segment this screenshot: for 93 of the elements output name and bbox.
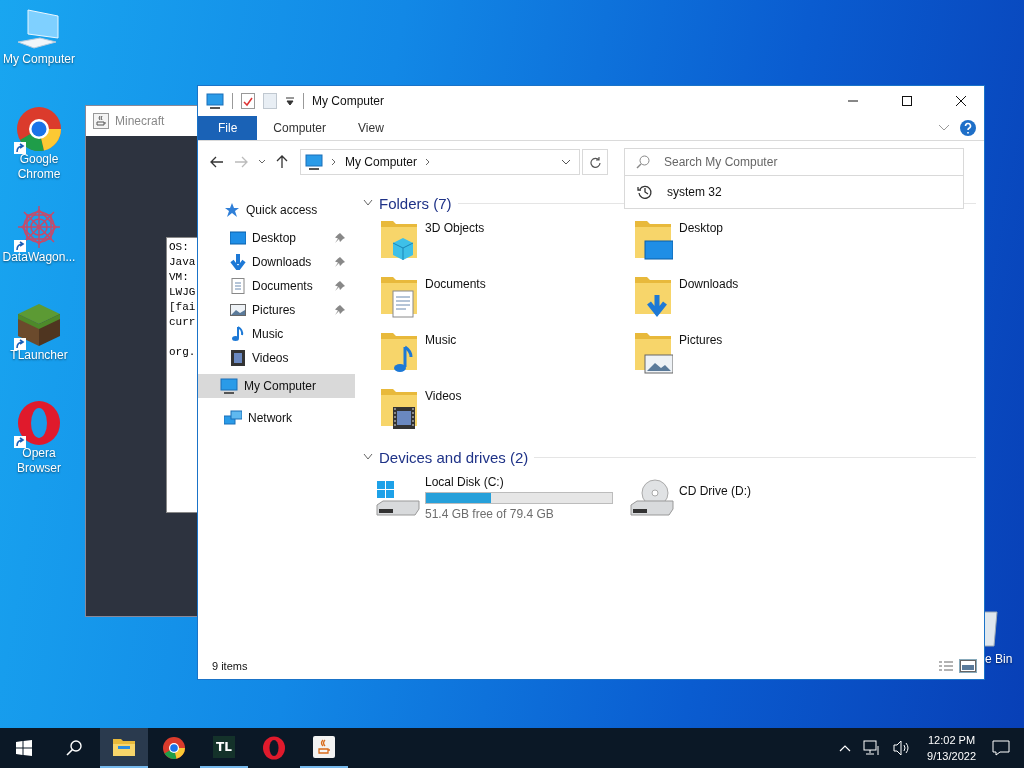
nav-item[interactable]: Network [198, 406, 355, 430]
desktop-icon-label[interactable]: e Bin [985, 652, 1013, 667]
computer-icon [220, 378, 238, 394]
search-icon [66, 740, 82, 756]
computer-icon [206, 93, 224, 109]
ribbon-tab[interactable]: File [198, 116, 258, 140]
computer-icon[interactable] [16, 8, 62, 52]
desktop-icon [230, 230, 246, 246]
chevron-down-icon[interactable] [561, 159, 571, 165]
help-icon[interactable] [960, 120, 976, 136]
music-note-icon [230, 326, 246, 342]
free-space-text: 51.4 GB free of 79.4 GB [425, 507, 555, 521]
ribbon-tab[interactable]: View [342, 116, 400, 140]
star-pattern-icon[interactable] [16, 204, 62, 250]
document-icon [230, 278, 246, 294]
pin-icon[interactable] [335, 281, 345, 291]
console-line: [fai [169, 301, 196, 313]
folder-name[interactable]: 3D Objects [425, 221, 485, 235]
star-icon [224, 202, 240, 218]
refresh-button[interactable] [582, 149, 608, 175]
nav-item[interactable]: My Computer [198, 374, 355, 398]
console-line: curr [169, 316, 196, 328]
chrome-logo-icon[interactable] [16, 106, 62, 152]
console-line: VM: [169, 271, 189, 283]
folder-name[interactable]: Desktop [679, 221, 724, 235]
opera-logo-icon[interactable] [16, 400, 62, 446]
nav-item[interactable]: Videos [198, 346, 355, 370]
pin-icon[interactable] [335, 257, 345, 267]
drive-name[interactable]: Local Disk (C:) [425, 475, 613, 489]
dropdown-icon[interactable] [285, 96, 295, 106]
nav-item[interactable]: Quick access [198, 198, 355, 222]
hard-drive-icon[interactable] [375, 479, 421, 519]
film-icon [230, 350, 246, 366]
folder-name[interactable]: Pictures [679, 333, 723, 347]
window-title: My Computer [312, 94, 385, 108]
console-line: LWJG [169, 286, 196, 298]
computer-icon [305, 154, 323, 170]
console-line: org. [169, 346, 196, 358]
speaker-icon[interactable] [893, 740, 912, 756]
network-icon [224, 410, 242, 426]
chevron-down-icon[interactable] [258, 159, 266, 165]
chevron-right-icon[interactable] [331, 158, 337, 166]
taskbar-app-button[interactable]: TL [200, 728, 248, 768]
picture-icon [230, 302, 246, 318]
chevron-up-icon[interactable] [839, 744, 852, 752]
folder-icon [112, 737, 136, 757]
folder-name[interactable]: Music [425, 333, 457, 347]
notification-icon[interactable] [992, 740, 1010, 756]
group-heading: Folders (7) [379, 194, 452, 212]
folder-name[interactable]: Videos [425, 389, 462, 403]
console-line: OS: [169, 241, 189, 253]
nav-item[interactable]: Music [198, 322, 355, 346]
chevron-down-icon[interactable] [363, 199, 373, 207]
search-icon [636, 155, 650, 169]
search-field[interactable]: Search My Computer [624, 148, 964, 176]
group-heading: Devices and drives (2) [379, 448, 529, 466]
network-icon[interactable] [863, 740, 882, 756]
opera-logo-icon [262, 736, 286, 760]
clock[interactable]: 12:02 PM 9/13/2022 [927, 732, 976, 764]
address-text[interactable]: My Computer [345, 155, 418, 169]
chevron-down-icon[interactable] [363, 453, 373, 461]
window-title: Minecraft [115, 114, 165, 128]
coffee-cup-icon [312, 735, 336, 759]
nav-item[interactable]: Desktop [198, 226, 355, 250]
folder-name[interactable]: Documents [425, 277, 486, 291]
checkmark-document-icon[interactable] [241, 93, 255, 109]
console-line: Java [169, 256, 196, 268]
drive-name[interactable]: CD Drive (D:) [679, 484, 751, 498]
large-icons-view-icon[interactable] [960, 660, 976, 672]
nav-item[interactable]: Downloads [198, 250, 355, 274]
download-icon [230, 254, 246, 270]
coffee-cup-icon [93, 113, 109, 129]
folder-name[interactable]: Downloads [679, 277, 739, 291]
chrome-logo-icon [162, 736, 186, 760]
nav-item[interactable]: Pictures [198, 298, 355, 322]
grass-block-icon[interactable] [16, 302, 62, 348]
refresh-icon [589, 156, 601, 168]
up-arrow-icon[interactable] [276, 155, 288, 169]
item-count: 9 items [212, 660, 248, 672]
address-bar[interactable]: My Computer [300, 149, 580, 175]
pin-icon[interactable] [335, 233, 345, 243]
ribbon-tab[interactable]: Computer [257, 116, 343, 140]
chevron-right-icon[interactable] [425, 158, 432, 166]
pin-icon[interactable] [335, 305, 345, 315]
cd-drive-icon[interactable] [629, 479, 675, 519]
close-icon [956, 96, 966, 106]
windows-logo-icon [16, 740, 32, 756]
taskbar-app-button[interactable] [100, 728, 148, 768]
recent-search-item[interactable]: system 32 [625, 176, 963, 208]
history-clock-icon [637, 184, 653, 200]
nav-item[interactable]: Documents [198, 274, 355, 298]
maximize-icon [902, 96, 912, 106]
back-arrow-icon[interactable] [210, 156, 224, 168]
